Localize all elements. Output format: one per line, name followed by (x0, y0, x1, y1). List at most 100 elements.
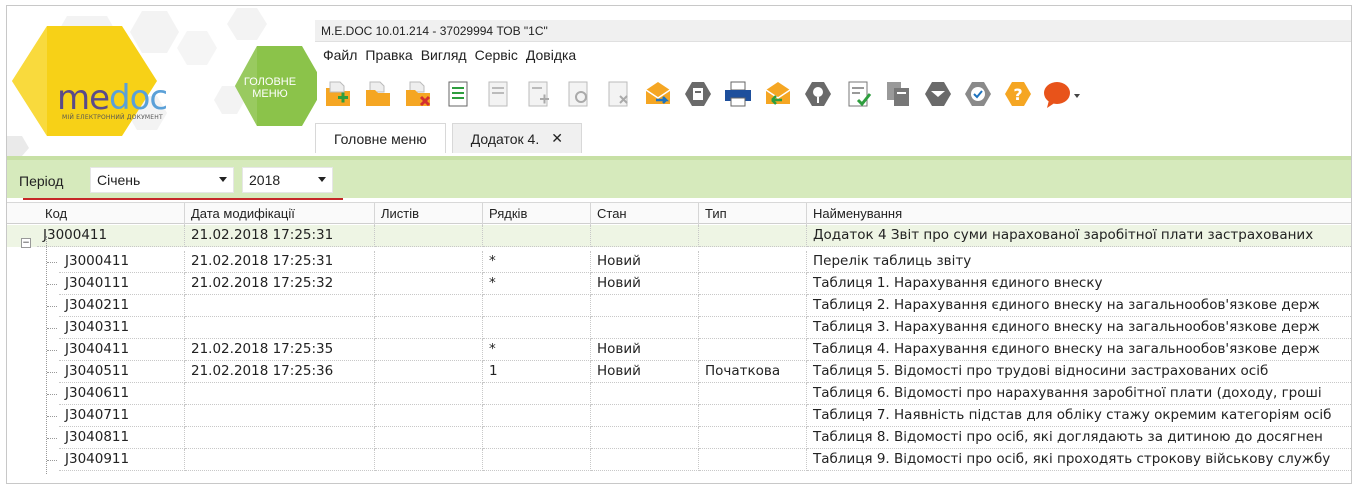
cell-date (185, 383, 375, 405)
window-title: M.E.DOC 10.01.214 - 37029994 ТОВ "1С" (315, 20, 1351, 42)
tree-branch (47, 306, 57, 307)
menu-file[interactable]: Файл (323, 46, 357, 66)
cell-state (591, 295, 699, 317)
delete-doc-icon[interactable] (401, 77, 435, 111)
cell-rows: * (483, 273, 591, 295)
cell-name: Додаток 4 Звіт про суми нарахованої заро… (807, 225, 1351, 247)
envelope-receive-icon[interactable] (761, 77, 795, 111)
cell-sheets (375, 405, 483, 427)
open-folder-icon[interactable] (361, 77, 395, 111)
filter-bar: Період Січень 2018 (7, 156, 1351, 200)
app-window: medoc МІЙ ЕЛЕКТРОННИЙ ДОКУМЕНТ ГОЛОВНЕ М… (6, 5, 1352, 484)
cell-name: Перелік таблиць звіту (807, 251, 1351, 273)
cell-state: Новий (591, 251, 699, 273)
tree-branch (47, 284, 57, 285)
table-row[interactable]: J3040211 Таблиця 2. Нарахування єдиного в… (7, 295, 1351, 317)
documents-grid: Код Дата модифікації Листів Рядків Стан … (7, 202, 1351, 483)
help-icon[interactable]: ? (1001, 77, 1035, 111)
doc-add-icon[interactable] (521, 77, 555, 111)
tab-dodatok-4[interactable]: Додаток 4. ✕ (451, 123, 582, 153)
check-doc-icon[interactable] (841, 77, 875, 111)
cell-code: J3000411 (59, 251, 185, 273)
doc-remove-icon[interactable] (601, 77, 635, 111)
month-select[interactable]: Січень (90, 167, 234, 193)
year-select[interactable]: 2018 (242, 167, 333, 193)
table-row[interactable]: J3040911 Таблиця 9. Відомості про осіб, я… (7, 449, 1351, 471)
cell-date: 21.02.2018 17:25:31 (185, 251, 375, 273)
cell-name: Таблиця 3. Нарахування єдиного внеску на… (807, 317, 1351, 339)
search-icon[interactable] (801, 77, 835, 111)
cell-code: J3040911 (59, 449, 185, 471)
doc-search-icon[interactable] (561, 77, 595, 111)
copy-doc-icon[interactable] (881, 77, 915, 111)
cell-code: J3040311 (59, 317, 185, 339)
cell-code: J3000411 (37, 225, 185, 247)
cell-sheets (375, 383, 483, 405)
cell-rows (483, 317, 591, 339)
col-sheets[interactable]: Листів (375, 203, 483, 225)
close-icon[interactable]: ✕ (551, 130, 563, 147)
tab-bar: Головне меню Додаток 4. ✕ (315, 121, 582, 153)
cell-name: Таблиця 5. Відомості про трудові відноси… (807, 361, 1351, 383)
doc-list-icon[interactable] (441, 77, 475, 111)
table-row[interactable]: J3040411 21.02.2018 17:25:35 * Новий Таблиця… (7, 339, 1351, 361)
cell-name: Таблиця 1. Нарахування єдиного внеску (807, 273, 1351, 295)
menu-view[interactable]: Вигляд (421, 46, 467, 66)
table-row-parent[interactable]: J3000411 21.02.2018 17:25:31 Додаток 4 Зві… (7, 225, 1351, 247)
tree-branch (47, 350, 57, 351)
col-code[interactable]: Код (39, 203, 185, 225)
new-doc-icon[interactable] (321, 77, 355, 111)
menu-bar: Файл Правка Вигляд Сервіс Довідка (323, 46, 576, 66)
cell-type (699, 427, 807, 449)
grid-header: Код Дата модифікації Листів Рядків Стан … (7, 202, 1351, 225)
col-name[interactable]: Найменування (807, 203, 1351, 225)
cell-rows: 1 (483, 361, 591, 383)
cell-sheets (375, 339, 483, 361)
cell-name: Таблиця 9. Відомості про осіб, які прохо… (807, 449, 1351, 471)
table-row[interactable]: J3000411 21.02.2018 17:25:31 * Новий Перелік… (7, 251, 1351, 273)
chat-icon[interactable] (1041, 77, 1083, 111)
print-icon[interactable] (721, 77, 755, 111)
main-menu-button[interactable]: ГОЛОВНЕ МЕНЮ (240, 76, 300, 100)
cell-sheets (375, 317, 483, 339)
sign-icon[interactable] (961, 77, 995, 111)
archive-icon[interactable] (681, 77, 715, 111)
cell-sheets (375, 295, 483, 317)
cell-type (699, 405, 807, 427)
year-value: 2018 (249, 172, 281, 188)
table-row[interactable]: J3040711 Таблиця 7. Наявність підстав для… (7, 405, 1351, 427)
highlight-underline (23, 198, 343, 200)
table-row[interactable]: J3040111 21.02.2018 17:25:32 * Новий Таблиця… (7, 273, 1351, 295)
cell-type (699, 251, 807, 273)
tab-main-menu[interactable]: Головне меню (315, 123, 446, 153)
doc-edit-icon[interactable] (481, 77, 515, 111)
cell-state (591, 383, 699, 405)
table-row[interactable]: J3040811 Таблиця 8. Відомості про осіб, я… (7, 427, 1351, 449)
cell-rows (483, 295, 591, 317)
menu-edit[interactable]: Правка (365, 46, 412, 66)
col-type[interactable]: Тип (699, 203, 807, 225)
cell-state (591, 225, 699, 247)
tree-branch (47, 328, 57, 329)
menu-help[interactable]: Довідка (526, 46, 576, 66)
inbox-icon[interactable] (921, 77, 955, 111)
collapse-toggle[interactable]: − (21, 238, 31, 248)
cell-type: Початкова (699, 361, 807, 383)
cell-date (185, 427, 375, 449)
table-row[interactable]: J3040611 Таблиця 6. Відомості про нарахув… (7, 383, 1351, 405)
cell-code: J3040111 (59, 273, 185, 295)
cell-sheets (375, 427, 483, 449)
logo: medoc (57, 78, 168, 118)
col-date[interactable]: Дата модифікації (185, 203, 375, 225)
envelope-send-icon[interactable] (641, 77, 675, 111)
col-rows[interactable]: Рядків (483, 203, 591, 225)
header: medoc МІЙ ЕЛЕКТРОННИЙ ДОКУМЕНТ ГОЛОВНЕ М… (7, 6, 1351, 156)
col-state[interactable]: Стан (591, 203, 699, 225)
tree-branch (47, 438, 57, 439)
table-row[interactable]: J3040311 Таблиця 3. Нарахування єдиного в… (7, 317, 1351, 339)
table-row[interactable]: J3040511 21.02.2018 17:25:36 1 Новий Початко… (7, 361, 1351, 383)
cell-state (591, 427, 699, 449)
cell-code: J3040711 (59, 405, 185, 427)
menu-service[interactable]: Сервіс (475, 46, 518, 66)
toolbar: ? (321, 74, 1083, 114)
